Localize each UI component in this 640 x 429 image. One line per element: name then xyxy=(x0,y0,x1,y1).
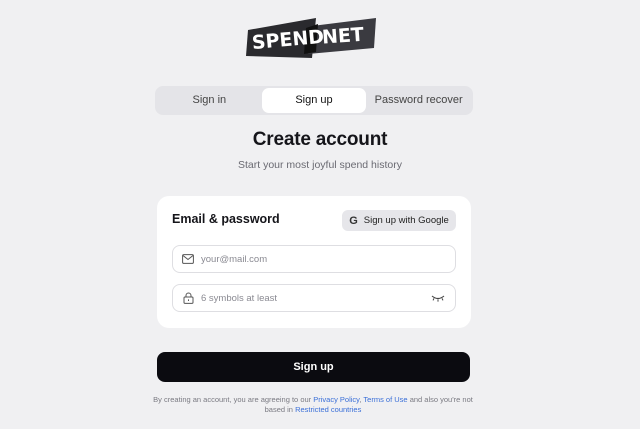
password-field xyxy=(172,284,456,312)
mail-icon xyxy=(181,252,195,266)
legal-notice: By creating an account, you are agreeing… xyxy=(150,395,476,415)
spendnet-logo: SPEND NET xyxy=(246,14,378,60)
google-signup-label: Sign up with Google xyxy=(363,215,449,226)
logo-text-net: NET xyxy=(321,24,364,49)
signup-card: Email & password G Sign up with Google xyxy=(157,196,471,328)
legal-text-before: By creating an account, you are agreeing… xyxy=(153,395,314,404)
lock-icon xyxy=(181,291,195,305)
auth-tabs: Sign in Sign up Password recover xyxy=(155,86,473,115)
sign-up-button[interactable]: Sign up xyxy=(157,352,470,382)
email-field xyxy=(172,245,456,273)
tab-sign-up[interactable]: Sign up xyxy=(261,88,367,113)
section-title: Email & password xyxy=(172,212,280,226)
google-icon: G xyxy=(349,214,358,227)
password-input[interactable] xyxy=(201,292,430,304)
page-subtitle: Start your most joyful spend history xyxy=(238,159,402,171)
google-signup-button[interactable]: G Sign up with Google xyxy=(342,210,456,231)
page-title: Create account xyxy=(252,129,388,150)
privacy-policy-link[interactable]: Privacy Policy xyxy=(313,395,359,404)
terms-of-use-link[interactable]: Terms of Use xyxy=(363,395,407,404)
tab-sign-in[interactable]: Sign in xyxy=(157,88,262,113)
tab-password-recover[interactable]: Password recover xyxy=(366,88,471,113)
email-input[interactable] xyxy=(201,253,455,265)
eye-closed-icon[interactable] xyxy=(430,293,446,303)
restricted-countries-link[interactable]: Restricted countries xyxy=(295,405,361,414)
